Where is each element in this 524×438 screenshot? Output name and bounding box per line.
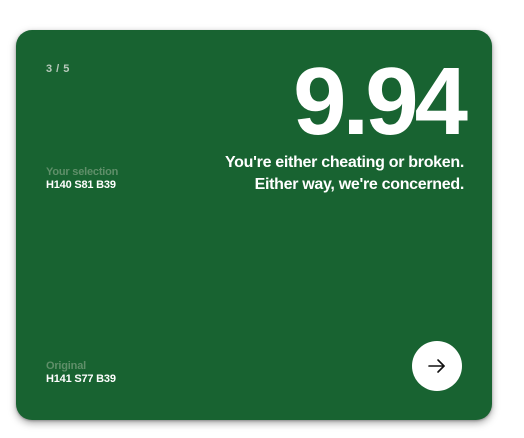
original-label: Original [46,360,86,372]
original-value: H141 S77 B39 [46,373,116,385]
result-card: 3 / 5 9.94 You're either cheating or bro… [16,30,492,420]
next-button[interactable] [412,341,462,391]
score-value: 9.94 [293,48,468,155]
result-message-line-1: You're either cheating or broken. [225,154,464,171]
result-message-line-2: Either way, we're concerned. [254,176,465,193]
your-selection-value: H140 S81 B39 [46,179,116,191]
original-color: Original H141 S77 B39 [46,360,116,386]
progress-indicator: 3 / 5 [46,63,70,75]
your-selection: Your selection H140 S81 B39 [46,166,118,192]
your-selection-label: Your selection [46,166,119,178]
arrow-right-icon [428,359,445,373]
result-message: You're either cheating or broken. Either… [134,152,464,196]
